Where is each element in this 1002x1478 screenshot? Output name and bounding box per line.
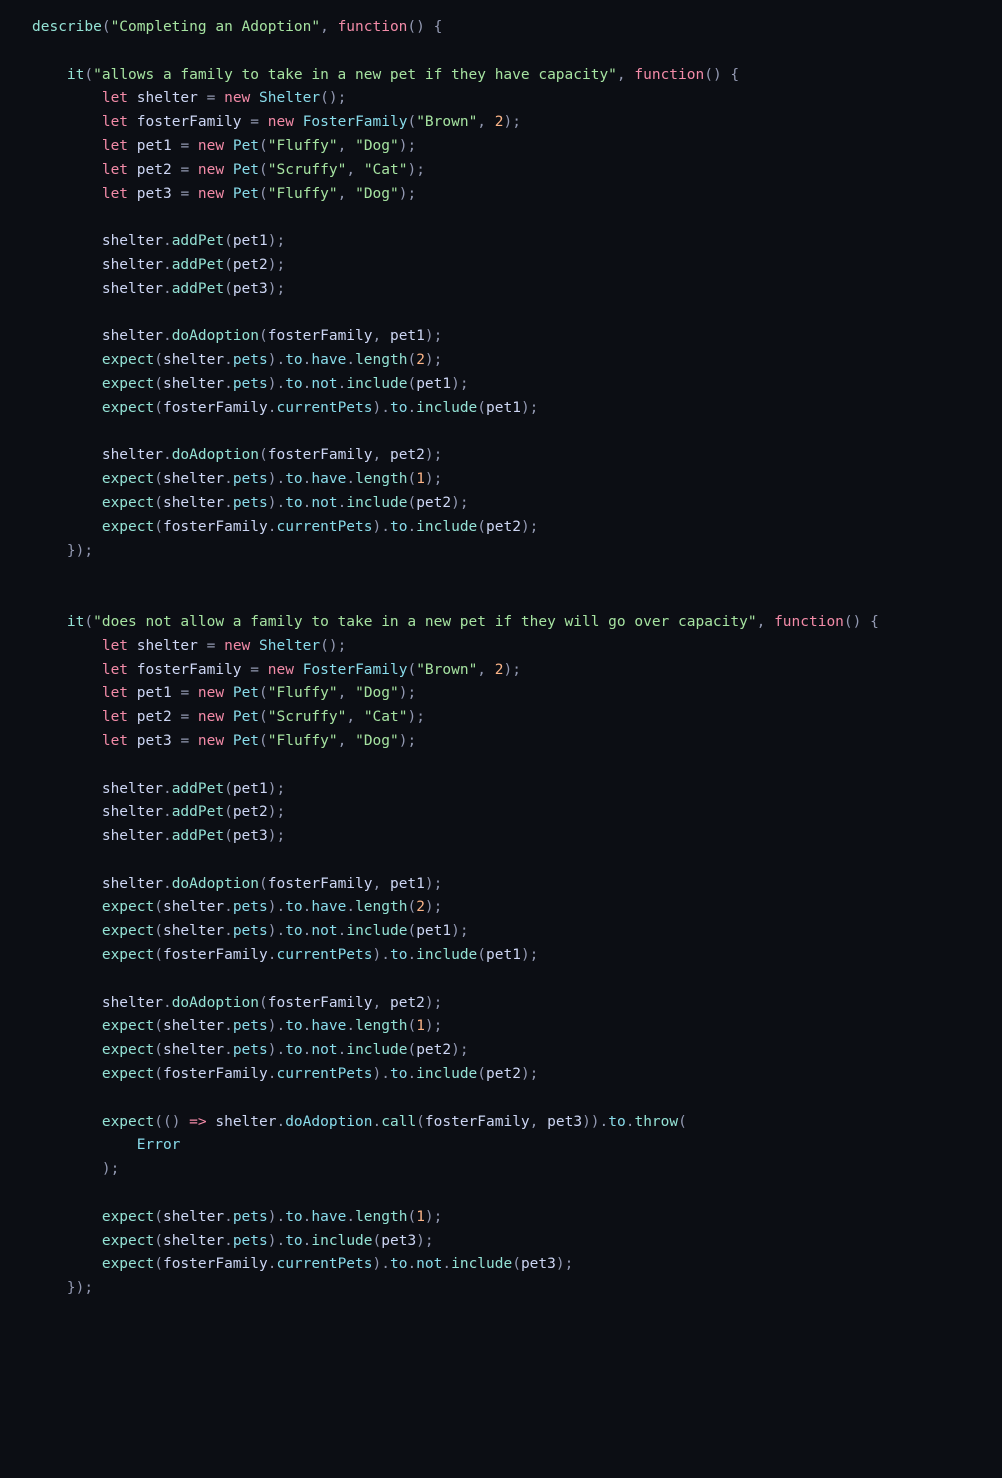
- describe-call: describe: [32, 19, 102, 35]
- shelter-type: Shelter: [259, 90, 320, 106]
- let-keyword: let: [102, 90, 128, 106]
- expect-fn: expect: [102, 352, 154, 368]
- addpet-method: addPet: [172, 233, 224, 249]
- arrow-fn: =>: [189, 1114, 206, 1130]
- describe-label: "Completing an Adoption": [111, 19, 321, 35]
- it2-label: "does not allow a family to take in a ne…: [93, 614, 756, 630]
- pet-type: Pet: [233, 138, 259, 154]
- error-type: Error: [137, 1137, 181, 1153]
- code-block: describe("Completing an Adoption", funct…: [0, 0, 1002, 1317]
- fosterfamily-type: FosterFamily: [303, 114, 408, 130]
- it1-label: "allows a family to take in a new pet if…: [93, 67, 617, 83]
- new-keyword: new: [224, 90, 250, 106]
- doadoption-method: doAdoption: [172, 328, 259, 344]
- function-keyword: function: [338, 19, 408, 35]
- it-call: it: [67, 67, 84, 83]
